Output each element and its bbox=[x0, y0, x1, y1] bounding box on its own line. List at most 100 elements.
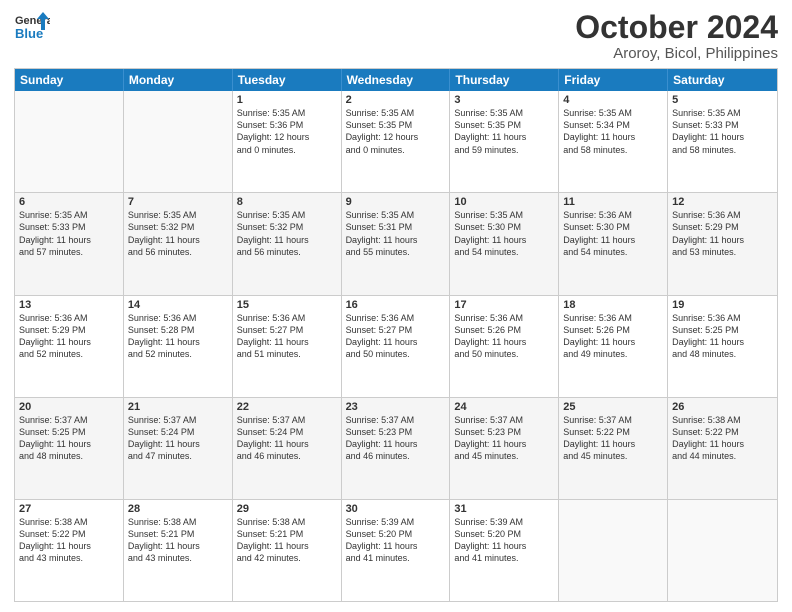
day-number: 20 bbox=[19, 401, 119, 413]
cell-info: Sunrise: 5:35 AM Sunset: 5:31 PM Dayligh… bbox=[346, 209, 446, 258]
calendar: SundayMondayTuesdayWednesdayThursdayFrid… bbox=[14, 68, 778, 602]
day-number: 5 bbox=[672, 94, 773, 106]
calendar-cell bbox=[559, 500, 668, 601]
calendar-cell bbox=[668, 500, 777, 601]
calendar-cell: 20Sunrise: 5:37 AM Sunset: 5:25 PM Dayli… bbox=[15, 398, 124, 499]
day-number: 23 bbox=[346, 401, 446, 413]
calendar-cell: 29Sunrise: 5:38 AM Sunset: 5:21 PM Dayli… bbox=[233, 500, 342, 601]
day-number: 3 bbox=[454, 94, 554, 106]
cell-info: Sunrise: 5:36 AM Sunset: 5:27 PM Dayligh… bbox=[237, 312, 337, 361]
day-number: 26 bbox=[672, 401, 773, 413]
calendar-cell: 15Sunrise: 5:36 AM Sunset: 5:27 PM Dayli… bbox=[233, 296, 342, 397]
day-number: 9 bbox=[346, 196, 446, 208]
calendar-row: 6Sunrise: 5:35 AM Sunset: 5:33 PM Daylig… bbox=[15, 192, 777, 294]
day-number: 15 bbox=[237, 299, 337, 311]
calendar-cell: 23Sunrise: 5:37 AM Sunset: 5:23 PM Dayli… bbox=[342, 398, 451, 499]
cal-header-day: Friday bbox=[559, 69, 668, 91]
cell-info: Sunrise: 5:35 AM Sunset: 5:32 PM Dayligh… bbox=[237, 209, 337, 258]
cell-info: Sunrise: 5:37 AM Sunset: 5:25 PM Dayligh… bbox=[19, 414, 119, 463]
cell-info: Sunrise: 5:36 AM Sunset: 5:26 PM Dayligh… bbox=[454, 312, 554, 361]
calendar-cell: 18Sunrise: 5:36 AM Sunset: 5:26 PM Dayli… bbox=[559, 296, 668, 397]
cell-info: Sunrise: 5:38 AM Sunset: 5:22 PM Dayligh… bbox=[19, 516, 119, 565]
cell-info: Sunrise: 5:35 AM Sunset: 5:36 PM Dayligh… bbox=[237, 107, 337, 156]
title-block: October 2024 Aroroy, Bicol, Philippines bbox=[575, 10, 778, 62]
calendar-cell: 14Sunrise: 5:36 AM Sunset: 5:28 PM Dayli… bbox=[124, 296, 233, 397]
cell-info: Sunrise: 5:36 AM Sunset: 5:30 PM Dayligh… bbox=[563, 209, 663, 258]
month-title: October 2024 bbox=[575, 10, 778, 45]
calendar-cell: 9Sunrise: 5:35 AM Sunset: 5:31 PM Daylig… bbox=[342, 193, 451, 294]
cal-header-day: Wednesday bbox=[342, 69, 451, 91]
day-number: 24 bbox=[454, 401, 554, 413]
day-number: 13 bbox=[19, 299, 119, 311]
cell-info: Sunrise: 5:36 AM Sunset: 5:27 PM Dayligh… bbox=[346, 312, 446, 361]
logo-svg: General Blue bbox=[14, 10, 50, 46]
cell-info: Sunrise: 5:37 AM Sunset: 5:23 PM Dayligh… bbox=[346, 414, 446, 463]
calendar-cell: 17Sunrise: 5:36 AM Sunset: 5:26 PM Dayli… bbox=[450, 296, 559, 397]
subtitle: Aroroy, Bicol, Philippines bbox=[575, 45, 778, 62]
cell-info: Sunrise: 5:36 AM Sunset: 5:25 PM Dayligh… bbox=[672, 312, 773, 361]
cell-info: Sunrise: 5:36 AM Sunset: 5:29 PM Dayligh… bbox=[19, 312, 119, 361]
calendar-body: 1Sunrise: 5:35 AM Sunset: 5:36 PM Daylig… bbox=[15, 91, 777, 601]
cell-info: Sunrise: 5:35 AM Sunset: 5:30 PM Dayligh… bbox=[454, 209, 554, 258]
cal-header-day: Monday bbox=[124, 69, 233, 91]
cal-header-day: Tuesday bbox=[233, 69, 342, 91]
calendar-cell: 5Sunrise: 5:35 AM Sunset: 5:33 PM Daylig… bbox=[668, 91, 777, 192]
calendar-cell: 13Sunrise: 5:36 AM Sunset: 5:29 PM Dayli… bbox=[15, 296, 124, 397]
cell-info: Sunrise: 5:36 AM Sunset: 5:29 PM Dayligh… bbox=[672, 209, 773, 258]
calendar-cell: 31Sunrise: 5:39 AM Sunset: 5:20 PM Dayli… bbox=[450, 500, 559, 601]
logo: General Blue bbox=[14, 10, 50, 46]
cell-info: Sunrise: 5:35 AM Sunset: 5:34 PM Dayligh… bbox=[563, 107, 663, 156]
cell-info: Sunrise: 5:38 AM Sunset: 5:21 PM Dayligh… bbox=[128, 516, 228, 565]
day-number: 31 bbox=[454, 503, 554, 515]
calendar-cell: 7Sunrise: 5:35 AM Sunset: 5:32 PM Daylig… bbox=[124, 193, 233, 294]
calendar-cell: 6Sunrise: 5:35 AM Sunset: 5:33 PM Daylig… bbox=[15, 193, 124, 294]
day-number: 30 bbox=[346, 503, 446, 515]
calendar-cell: 2Sunrise: 5:35 AM Sunset: 5:35 PM Daylig… bbox=[342, 91, 451, 192]
calendar-cell: 24Sunrise: 5:37 AM Sunset: 5:23 PM Dayli… bbox=[450, 398, 559, 499]
day-number: 27 bbox=[19, 503, 119, 515]
day-number: 14 bbox=[128, 299, 228, 311]
cell-info: Sunrise: 5:35 AM Sunset: 5:32 PM Dayligh… bbox=[128, 209, 228, 258]
cell-info: Sunrise: 5:39 AM Sunset: 5:20 PM Dayligh… bbox=[454, 516, 554, 565]
cell-info: Sunrise: 5:37 AM Sunset: 5:22 PM Dayligh… bbox=[563, 414, 663, 463]
calendar-cell bbox=[124, 91, 233, 192]
calendar-cell: 30Sunrise: 5:39 AM Sunset: 5:20 PM Dayli… bbox=[342, 500, 451, 601]
cal-header-day: Saturday bbox=[668, 69, 777, 91]
calendar-row: 13Sunrise: 5:36 AM Sunset: 5:29 PM Dayli… bbox=[15, 295, 777, 397]
cell-info: Sunrise: 5:38 AM Sunset: 5:21 PM Dayligh… bbox=[237, 516, 337, 565]
day-number: 16 bbox=[346, 299, 446, 311]
day-number: 25 bbox=[563, 401, 663, 413]
day-number: 22 bbox=[237, 401, 337, 413]
cal-header-day: Sunday bbox=[15, 69, 124, 91]
day-number: 29 bbox=[237, 503, 337, 515]
calendar-cell: 12Sunrise: 5:36 AM Sunset: 5:29 PM Dayli… bbox=[668, 193, 777, 294]
calendar-cell: 19Sunrise: 5:36 AM Sunset: 5:25 PM Dayli… bbox=[668, 296, 777, 397]
cell-info: Sunrise: 5:35 AM Sunset: 5:33 PM Dayligh… bbox=[19, 209, 119, 258]
calendar-cell: 3Sunrise: 5:35 AM Sunset: 5:35 PM Daylig… bbox=[450, 91, 559, 192]
calendar-cell: 4Sunrise: 5:35 AM Sunset: 5:34 PM Daylig… bbox=[559, 91, 668, 192]
calendar-row: 1Sunrise: 5:35 AM Sunset: 5:36 PM Daylig… bbox=[15, 91, 777, 192]
day-number: 28 bbox=[128, 503, 228, 515]
cell-info: Sunrise: 5:35 AM Sunset: 5:35 PM Dayligh… bbox=[346, 107, 446, 156]
calendar-row: 20Sunrise: 5:37 AM Sunset: 5:25 PM Dayli… bbox=[15, 397, 777, 499]
day-number: 12 bbox=[672, 196, 773, 208]
calendar-row: 27Sunrise: 5:38 AM Sunset: 5:22 PM Dayli… bbox=[15, 499, 777, 601]
day-number: 10 bbox=[454, 196, 554, 208]
cell-info: Sunrise: 5:35 AM Sunset: 5:33 PM Dayligh… bbox=[672, 107, 773, 156]
calendar-cell: 25Sunrise: 5:37 AM Sunset: 5:22 PM Dayli… bbox=[559, 398, 668, 499]
cell-info: Sunrise: 5:37 AM Sunset: 5:23 PM Dayligh… bbox=[454, 414, 554, 463]
calendar-cell: 11Sunrise: 5:36 AM Sunset: 5:30 PM Dayli… bbox=[559, 193, 668, 294]
svg-text:Blue: Blue bbox=[15, 26, 43, 41]
cell-info: Sunrise: 5:36 AM Sunset: 5:28 PM Dayligh… bbox=[128, 312, 228, 361]
calendar-cell: 10Sunrise: 5:35 AM Sunset: 5:30 PM Dayli… bbox=[450, 193, 559, 294]
calendar-cell: 1Sunrise: 5:35 AM Sunset: 5:36 PM Daylig… bbox=[233, 91, 342, 192]
cell-info: Sunrise: 5:36 AM Sunset: 5:26 PM Dayligh… bbox=[563, 312, 663, 361]
day-number: 17 bbox=[454, 299, 554, 311]
cell-info: Sunrise: 5:38 AM Sunset: 5:22 PM Dayligh… bbox=[672, 414, 773, 463]
day-number: 18 bbox=[563, 299, 663, 311]
cell-info: Sunrise: 5:35 AM Sunset: 5:35 PM Dayligh… bbox=[454, 107, 554, 156]
day-number: 4 bbox=[563, 94, 663, 106]
day-number: 7 bbox=[128, 196, 228, 208]
calendar-cell: 8Sunrise: 5:35 AM Sunset: 5:32 PM Daylig… bbox=[233, 193, 342, 294]
cal-header-day: Thursday bbox=[450, 69, 559, 91]
